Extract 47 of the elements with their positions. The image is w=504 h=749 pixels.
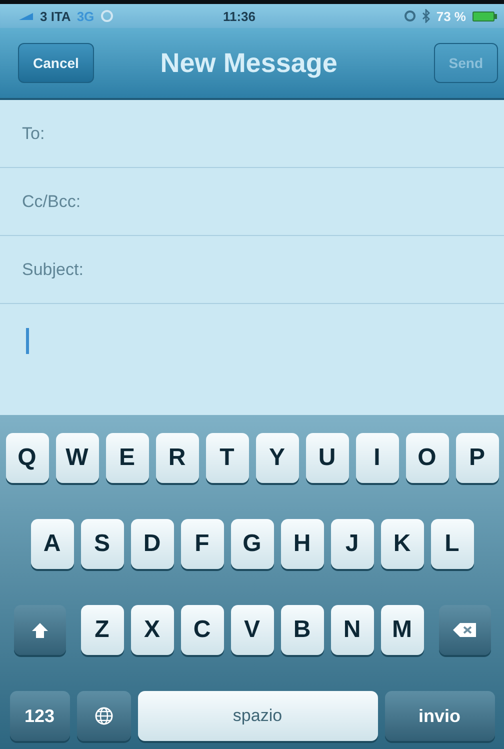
status-time: 11:36 xyxy=(222,8,256,24)
return-key[interactable]: invio xyxy=(384,691,494,741)
carrier-name: 3 ITA xyxy=(40,8,71,24)
globe-icon xyxy=(94,706,114,726)
letter-key[interactable]: O xyxy=(406,433,448,483)
letter-key[interactable]: S xyxy=(80,519,124,569)
letter-key[interactable]: P xyxy=(456,433,498,483)
letter-key[interactable]: G xyxy=(230,519,274,569)
letter-key[interactable]: W xyxy=(56,433,98,483)
letter-key[interactable]: C xyxy=(180,605,224,655)
battery-icon xyxy=(472,10,498,22)
backspace-icon xyxy=(452,621,477,639)
signal-icon xyxy=(18,11,34,21)
cancel-button[interactable]: Cancel xyxy=(18,43,94,83)
letter-key[interactable]: R xyxy=(156,433,198,483)
letter-key[interactable]: E xyxy=(106,433,148,483)
field-label: Subject: xyxy=(22,260,84,280)
letter-key[interactable]: N xyxy=(330,605,374,655)
battery-percentage: 73 % xyxy=(436,8,466,24)
shift-key[interactable] xyxy=(14,605,66,655)
space-key[interactable]: spazio xyxy=(138,691,378,741)
letter-key[interactable]: F xyxy=(180,519,224,569)
screen-title: New Message xyxy=(160,48,338,78)
bluetooth-icon xyxy=(422,9,430,23)
letter-key[interactable]: J xyxy=(330,519,374,569)
field-label: To: xyxy=(22,124,45,144)
letter-key[interactable]: D xyxy=(130,519,174,569)
letter-key[interactable]: T xyxy=(206,433,248,483)
globe-key[interactable] xyxy=(76,691,130,741)
letter-key[interactable]: Q xyxy=(6,433,48,483)
letter-key[interactable]: V xyxy=(230,605,274,655)
letter-key[interactable]: M xyxy=(380,605,424,655)
letter-key[interactable]: U xyxy=(306,433,348,483)
letter-key[interactable]: Z xyxy=(80,605,124,655)
letter-key[interactable]: Y xyxy=(256,433,298,483)
letter-key[interactable]: K xyxy=(380,519,424,569)
shift-icon xyxy=(30,620,50,640)
letter-key[interactable]: I xyxy=(356,433,398,483)
network-type: 3G xyxy=(76,8,94,24)
numbers-key[interactable]: 123 xyxy=(10,691,70,741)
letter-key[interactable]: L xyxy=(430,519,474,569)
letter-key[interactable]: H xyxy=(280,519,324,569)
backspace-key[interactable] xyxy=(438,605,490,655)
letter-key[interactable]: B xyxy=(280,605,324,655)
letter-key[interactable]: X xyxy=(130,605,174,655)
letter-key[interactable]: A xyxy=(30,519,74,569)
field-label: Cc/Bcc: xyxy=(22,192,81,212)
